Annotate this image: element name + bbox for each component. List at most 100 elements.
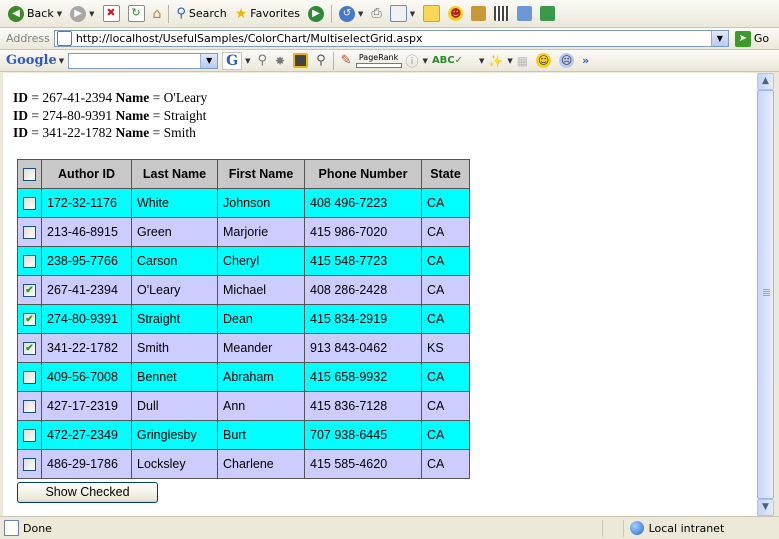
google-search-button[interactable]: G [222, 51, 243, 70]
table-row[interactable]: 238-95-7766 Carson Cheryl 415 548-7723 C… [17, 246, 470, 276]
header-last-name: Last Name [131, 159, 218, 189]
network-button[interactable] [536, 3, 559, 25]
options-icon[interactable]: ▦ [513, 50, 532, 72]
research-button[interactable] [467, 3, 490, 25]
row-checkbox-checked[interactable]: ✔ [23, 342, 36, 356]
folder-icon [517, 6, 533, 21]
address-label: Address [6, 32, 50, 45]
home-button[interactable]: ⌂ [149, 3, 166, 25]
table-row[interactable]: 427-17-2319 Dull Ann 415 836-7128 CA [17, 391, 470, 421]
scroll-grip [763, 289, 770, 297]
cell-phone: 415 836-7128 [304, 391, 422, 421]
search-site-icon[interactable]: ⚲ [254, 50, 272, 72]
summary-name: Straight [163, 107, 207, 123]
google-search-dropdown[interactable]: ▼ [200, 53, 218, 68]
row-checkbox-checked[interactable]: ✔ [23, 284, 36, 298]
edit-button[interactable]: ▼ [386, 3, 419, 25]
vertical-scrollbar[interactable]: ▲ ▼ [757, 73, 774, 516]
cell-phone: 415 834-2919 [304, 304, 422, 334]
spellcheck-icon[interactable]: ABC✓ [428, 50, 467, 72]
cell-state: CA [421, 304, 470, 334]
back-button[interactable]: ◀ Back ▼ [4, 3, 66, 25]
status-cell [601, 519, 623, 537]
print-button[interactable]: ⎙ [367, 3, 385, 25]
chevron-down-icon[interactable]: ▼ [89, 10, 94, 18]
table-row[interactable]: 172-32-1176 White Johnson 408 496-7223 C… [17, 188, 470, 218]
show-checked-button[interactable]: Show Checked [17, 482, 158, 503]
cell-phone: 415 585-4620 [304, 449, 422, 479]
stop-button[interactable]: ✖ [99, 3, 124, 25]
row-checkbox[interactable] [23, 429, 36, 443]
table-row[interactable]: 486-29-1786 Locksley Charlene 415 585-46… [17, 449, 470, 479]
globe-icon [629, 521, 644, 535]
popup-blocker-icon[interactable] [289, 50, 312, 72]
row-checkbox-checked[interactable]: ✔ [23, 313, 36, 327]
table-row[interactable]: 472-27-2349 Gringlesby Burt 707 938-6445… [17, 420, 470, 450]
address-dropdown-button[interactable]: ▼ [710, 31, 728, 46]
summary-id: 267-41-2394 [42, 90, 113, 105]
chevron-down-icon[interactable]: ▼ [410, 10, 415, 18]
pagerank-bar [355, 62, 402, 68]
go-button[interactable]: ➤ Go [734, 30, 769, 47]
cell-first-name: Cheryl [217, 246, 305, 276]
row-checkbox[interactable] [23, 255, 36, 269]
search-button[interactable]: ⚲ Search [172, 3, 230, 25]
vote-down-button[interactable]: ☹ [555, 50, 578, 72]
row-checkbox[interactable] [23, 400, 36, 414]
row-checkbox-cell [17, 217, 42, 247]
history-button[interactable]: ↺ ▼ [335, 3, 367, 25]
chevron-down-icon[interactable]: ▼ [245, 57, 250, 65]
scroll-down-button[interactable]: ▼ [757, 499, 774, 516]
forward-button[interactable]: ▶ ▼ [66, 3, 98, 25]
name-label: Name [115, 107, 150, 123]
row-checkbox[interactable] [23, 371, 36, 385]
chevron-down-icon[interactable]: ▼ [57, 10, 62, 18]
table-row[interactable]: 213-46-8915 Green Marjorie 415 986-7020 … [17, 217, 470, 247]
address-input[interactable]: http://localhost/UsefulSamples/ColorChar… [53, 30, 729, 47]
favorites-button[interactable]: ★ Favorites [231, 3, 304, 25]
network-icon [540, 6, 556, 21]
info-icon[interactable]: ⓘ [402, 50, 423, 72]
back-label: Back [27, 7, 54, 20]
pagerank-indicator[interactable]: PageRank [355, 53, 402, 68]
highlight-icon[interactable]: ✎ [337, 50, 356, 72]
cell-author-id: 409-56-7008 [41, 362, 132, 392]
table-row[interactable]: ✔ 267-41-2394 O'Leary Michael 408 286-24… [17, 275, 470, 305]
messenger-button[interactable]: ☻ [444, 3, 467, 25]
table-row[interactable]: 409-56-7008 Bennet Abraham 415 658-9932 … [17, 362, 470, 392]
row-checkbox[interactable] [23, 458, 36, 472]
cell-last-name: White [131, 188, 218, 218]
barcode-icon [494, 6, 510, 21]
stop-icon: ✖ [102, 5, 120, 22]
cell-first-name: Meander [217, 333, 305, 363]
autofill-icon[interactable]: ✨ [484, 50, 507, 72]
folder-button[interactable] [513, 3, 536, 25]
more-chevron-icon[interactable]: » [578, 50, 593, 72]
row-checkbox[interactable] [23, 226, 36, 240]
google-search-input[interactable]: ▼ [68, 52, 219, 69]
table-row[interactable]: ✔ 341-22-1782 Smith Meander 913 843-0462… [17, 333, 470, 363]
cell-first-name: Dean [217, 304, 305, 334]
search-label: Search [188, 7, 227, 20]
header-first-name: First Name [217, 159, 305, 189]
select-all-checkbox[interactable] [23, 168, 36, 182]
home-icon: ⌂ [152, 5, 162, 22]
page-icon [56, 31, 72, 46]
cell-phone: 415 548-7723 [304, 246, 422, 276]
cell-last-name: Carson [131, 246, 218, 276]
row-checkbox[interactable] [23, 197, 36, 211]
news-icon[interactable]: ✸ [271, 50, 289, 72]
google-logo[interactable]: Google [6, 53, 57, 68]
scroll-thumb[interactable] [757, 90, 774, 499]
scroll-up-button[interactable]: ▲ [757, 73, 774, 90]
chevron-down-icon[interactable]: ▼ [358, 10, 363, 18]
tool-button[interactable] [490, 3, 513, 25]
chevron-down-icon[interactable]: ▼ [59, 57, 64, 65]
refresh-button[interactable]: ↻ [124, 3, 149, 25]
media-button[interactable]: ▶ [304, 3, 328, 25]
discuss-button[interactable] [419, 3, 444, 25]
table-row[interactable]: ✔ 274-80-9391 Straight Dean 415 834-2919… [17, 304, 470, 334]
find-icon[interactable]: ⚲ [312, 50, 330, 72]
vote-up-button[interactable]: ☺ [532, 50, 555, 72]
security-zone[interactable]: Local intranet [622, 519, 779, 537]
